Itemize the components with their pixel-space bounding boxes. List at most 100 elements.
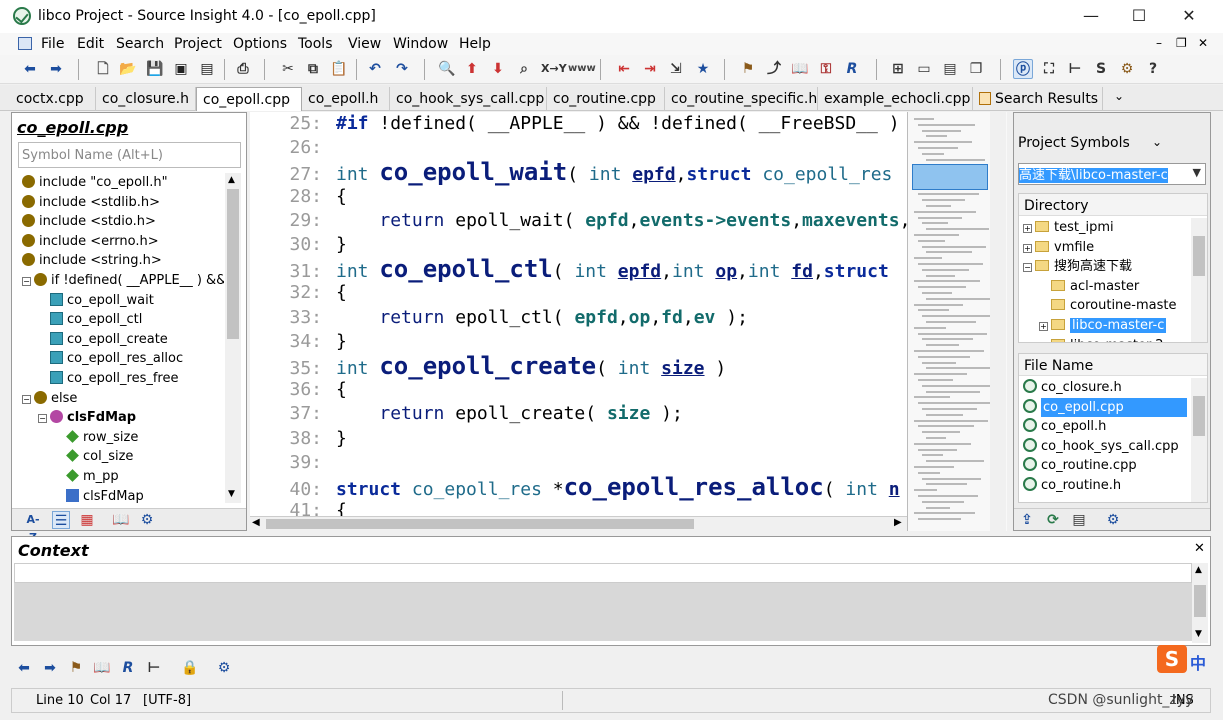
lookup-icon[interactable]: ⚑ [67, 659, 85, 677]
symbol-item[interactable]: row_size [54, 428, 138, 447]
jump-to-definition-icon[interactable]: ⤴ [764, 59, 784, 79]
symbol-window-icon[interactable]: ⛶ [1039, 59, 1059, 79]
bookmark-prev-icon[interactable]: ⇤ [614, 59, 634, 79]
tab-co-routine-specific[interactable]: co_routine_specific.h [665, 87, 818, 111]
directory-item[interactable]: libco-master-2 [1039, 336, 1163, 342]
collapse-toggle-icon[interactable]: − [22, 394, 31, 404]
list-icon[interactable]: ▤ [1070, 511, 1088, 529]
maximize-button[interactable]: ☐ [1124, 6, 1154, 26]
editor-horizontal-scrollbar[interactable]: ◀ ▶ [250, 516, 907, 531]
directory-item[interactable]: − 搜狗高速下载 [1023, 257, 1132, 276]
scroll-down-icon[interactable]: ▼ [1195, 629, 1202, 639]
close-button[interactable]: ✕ [1174, 6, 1204, 26]
symbol-item[interactable]: co_epoll_wait [38, 291, 154, 310]
menu-options[interactable]: Options [233, 36, 287, 52]
symbol-item[interactable]: include <stdlib.h> [22, 193, 160, 212]
symbol-item[interactable]: co_epoll_create [38, 330, 168, 349]
symbol-item[interactable]: m_pp [54, 467, 119, 486]
undo-icon[interactable]: ↶ [365, 59, 385, 79]
lookup-icon[interactable]: ⚑ [738, 59, 758, 79]
symbol-item[interactable]: co_epoll_res_free [38, 369, 179, 388]
list-scrollbar[interactable] [1191, 218, 1207, 342]
book-icon[interactable]: 📖 [790, 59, 810, 79]
settings-gear-icon[interactable]: ⚙ [1104, 511, 1122, 529]
project-path-select[interactable]: 高速下载\libco-master-c ▼ [1018, 163, 1206, 185]
symbol-tree-scrollbar[interactable]: ▲ ▼ [225, 173, 241, 503]
file-item[interactable]: co_epoll.cpp [1023, 397, 1187, 417]
symbol-item[interactable]: co_epoll_res_alloc [38, 349, 183, 368]
symbol-item[interactable]: − if !defined( __APPLE__ ) && [22, 271, 224, 290]
symbol-search-input[interactable]: Symbol Name (Alt+L) [18, 142, 241, 168]
minimize-button[interactable]: — [1076, 6, 1106, 26]
tab-co-epoll-h[interactable]: co_epoll.h [302, 87, 390, 111]
context-scrollbar[interactable]: ▲ ▼ [1192, 563, 1208, 643]
mdi-close-icon[interactable]: ✕ [1198, 36, 1208, 50]
file-item[interactable]: co_closure.h [1023, 378, 1122, 397]
print-icon[interactable]: ⎙ [233, 59, 253, 79]
project-window-icon[interactable]: ⓟ [1013, 59, 1033, 79]
tree-icon[interactable]: ⊢ [1065, 59, 1085, 79]
save-all-icon[interactable]: ▤ [197, 59, 217, 79]
expand-toggle-icon[interactable]: − [1023, 263, 1032, 273]
save-icon[interactable]: 💾 [145, 59, 165, 79]
symbol-item[interactable]: clsFdMap [54, 487, 144, 503]
scroll-thumb[interactable] [227, 189, 239, 339]
jump-icon[interactable]: ⇲ [666, 59, 686, 79]
open-icon[interactable]: ⇪ [1018, 511, 1036, 529]
file-item[interactable]: co_routine.h [1023, 476, 1121, 495]
back-icon[interactable]: ⬅ [20, 59, 40, 79]
expand-toggle-icon[interactable]: + [1023, 224, 1032, 233]
mdi-minimize-icon[interactable]: – [1156, 36, 1162, 50]
code-line[interactable]: 34:} [250, 330, 346, 354]
scroll-thumb[interactable] [1193, 236, 1205, 276]
settings-gear-icon[interactable]: ⚙ [215, 659, 233, 677]
menu-view[interactable]: View [348, 36, 381, 52]
back-icon[interactable]: ⬅ [15, 659, 33, 677]
context-close-icon[interactable]: ✕ [1194, 541, 1205, 556]
code-line[interactable]: 25: #if !defined( __APPLE__ ) && !defined… [250, 112, 899, 136]
code-line[interactable]: 30:} [250, 233, 346, 257]
code-line[interactable]: 39: [250, 451, 336, 475]
tab-co-routine[interactable]: co_routine.cpp [547, 87, 665, 111]
collapse-toggle-icon[interactable]: − [22, 277, 31, 286]
code-line[interactable]: 40: struct co_epoll_res *co_epoll_res_all… [250, 475, 899, 500]
menu-help[interactable]: Help [459, 36, 491, 52]
search-files-icon[interactable]: ⌕ [514, 59, 534, 79]
directory-item[interactable]: + libco-master-c [1039, 316, 1167, 335]
chevron-down-icon[interactable]: ▼ [1193, 166, 1201, 179]
sort-az-icon[interactable]: A-Z [24, 511, 42, 544]
code-line[interactable]: 28: { [250, 185, 346, 209]
scroll-thumb[interactable] [1194, 585, 1206, 617]
symbol-item[interactable]: − clsFdMap [38, 408, 136, 427]
system-menu-icon[interactable] [18, 37, 32, 50]
tab-search-results[interactable]: Search Results [973, 87, 1103, 111]
layout-grid-icon[interactable]: ⊞ [888, 59, 908, 79]
book-icon[interactable]: 📖 [93, 659, 111, 677]
expand-toggle-icon[interactable]: + [1039, 322, 1048, 331]
search-web-icon[interactable]: www [568, 59, 596, 79]
file-item[interactable]: co_hook_sys_call.cpp [1023, 437, 1179, 456]
layout-panel-icon[interactable]: ▭ [914, 59, 934, 79]
code-line[interactable]: 38:} [250, 427, 346, 451]
scroll-down-icon[interactable]: ▼ [228, 489, 235, 499]
category-icon[interactable]: ▦ [78, 511, 96, 529]
tab-example-echocli[interactable]: example_echocli.cpp [818, 87, 973, 111]
layout-cascade-icon[interactable]: ❐ [966, 59, 986, 79]
cut-icon[interactable]: ✂ [278, 59, 298, 79]
relation-icon[interactable]: R [119, 659, 137, 677]
find-prev-icon[interactable]: ⬆ [462, 59, 482, 79]
scroll-up-icon[interactable]: ▲ [1195, 565, 1202, 575]
sync-icon[interactable]: ⟳ [1044, 511, 1062, 529]
menu-project[interactable]: Project [174, 36, 222, 52]
scroll-up-icon[interactable]: ▲ [228, 175, 235, 185]
code-overview-minimap[interactable] [907, 112, 1007, 531]
context-text-area[interactable] [14, 563, 1192, 583]
code-editor[interactable]: 25: #if !defined( __APPLE__ ) && !defined… [250, 112, 907, 516]
save-as-icon[interactable]: ▣ [171, 59, 191, 79]
settings-gear-icon[interactable]: ⚙ [138, 511, 156, 529]
expand-toggle-icon[interactable]: + [1023, 243, 1032, 253]
symbol-item[interactable]: co_epoll_ctl [38, 310, 142, 329]
clip-icon[interactable]: S [1091, 59, 1111, 79]
directory-item[interactable]: acl-master [1039, 277, 1139, 296]
symbol-item[interactable]: include <string.h> [22, 251, 162, 270]
